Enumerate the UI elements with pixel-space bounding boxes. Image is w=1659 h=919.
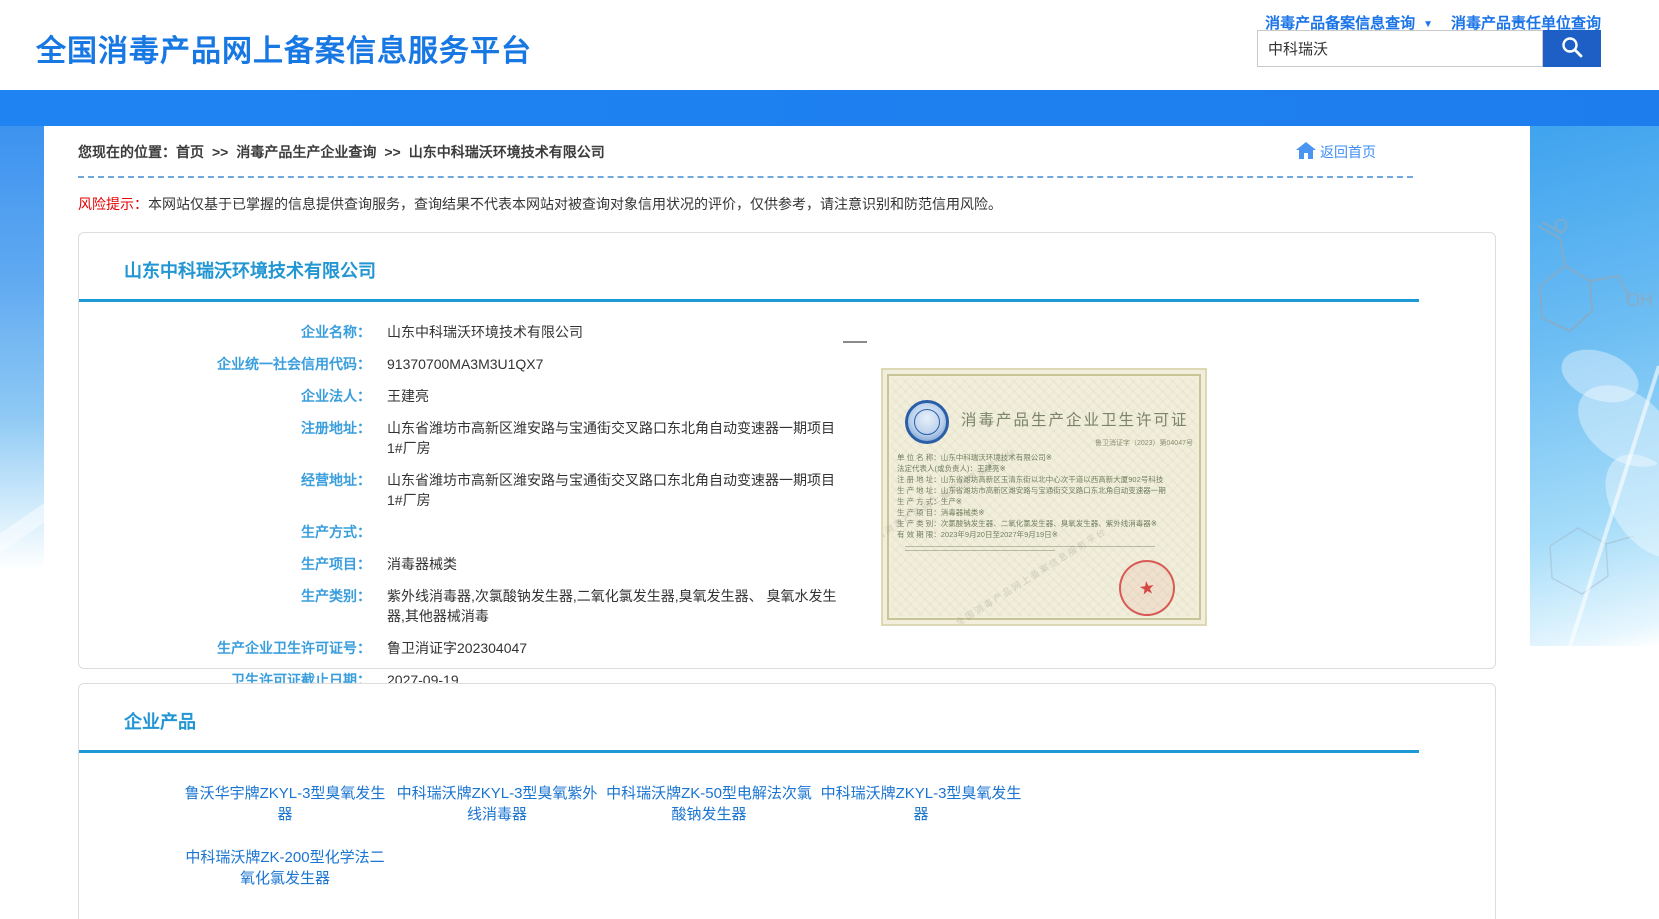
field-label: 企业统一社会信用代码： bbox=[79, 354, 371, 374]
product-link[interactable]: 中科瑞沃牌ZK-50型电解法次氯酸钠发生器 bbox=[603, 783, 815, 825]
back-home-link[interactable]: 返回首页 bbox=[1296, 142, 1376, 162]
right-decoration: O OH bbox=[1530, 126, 1659, 646]
product-link[interactable]: 中科瑞沃牌ZK-200型化学法二氧化氯发生器 bbox=[179, 847, 391, 889]
certificate-line: 生 产 类 别：次氯酸钠发生器、二氧化氯发生器、臭氧发生器、紫外线消毒器※ bbox=[897, 518, 1197, 529]
risk-text: 本网站仅基于已掌握的信息提供查询服务，查询结果不代表本网站对被查询对象信用状况的… bbox=[148, 196, 1002, 212]
field-label: 经营地址： bbox=[79, 470, 371, 510]
field-value: 山东省潍坊市高新区潍安路与宝通街交叉路口东北角自动变速器一期项目1#厂房 bbox=[387, 418, 847, 458]
field-row: 生产项目： 消毒器械类 bbox=[79, 554, 1495, 574]
products-title: 企业产品 bbox=[79, 684, 1495, 734]
field-row: 生产企业卫生许可证号： 鲁卫消证字202304047 bbox=[79, 638, 1495, 658]
product-grid: 鲁沃华宇牌ZKYL-3型臭氧发生器 中科瑞沃牌ZKYL-3型臭氧紫外线消毒器 中… bbox=[79, 753, 1495, 889]
back-home-label: 返回首页 bbox=[1320, 142, 1376, 162]
certificate-line: 法定代表人(或负责人)：王建亮※ bbox=[897, 463, 1197, 474]
breadcrumb-company-query[interactable]: 消毒产品生产企业查询 bbox=[236, 144, 376, 160]
header-blue-bar bbox=[0, 90, 1659, 126]
product-link[interactable]: 中科瑞沃牌ZKYL-3型臭氧发生器 bbox=[815, 783, 1027, 825]
site-header: 全国消毒产品网上备案信息服务平台 消毒产品备案信息查询▼消毒产品责任单位查询 bbox=[0, 0, 1659, 90]
field-value: 鲁卫消证字202304047 bbox=[387, 638, 527, 658]
products-card: 企业产品 鲁沃华宇牌ZKYL-3型臭氧发生器 中科瑞沃牌ZKYL-3型臭氧紫外线… bbox=[78, 683, 1496, 919]
risk-label: 风险提示： bbox=[78, 196, 148, 212]
company-title: 山东中科瑞沃环境技术有限公司 bbox=[79, 233, 1495, 283]
field-value: 消毒器械类 bbox=[387, 554, 457, 574]
field-label: 生产项目： bbox=[79, 554, 371, 574]
certificate-line: 生 产 项 目：消毒器械类※ bbox=[897, 507, 1197, 518]
breadcrumb: 您现在的位置：首页 >> 消毒产品生产企业查询 >> 山东中科瑞沃环境技术有限公司 bbox=[78, 142, 605, 162]
company-card: 山东中科瑞沃环境技术有限公司 企业名称： 山东中科瑞沃环境技术有限公司 企业统一… bbox=[78, 232, 1496, 669]
product-link[interactable]: 鲁沃华宇牌ZKYL-3型臭氧发生器 bbox=[179, 783, 391, 825]
page: 全国消毒产品网上备案信息服务平台 消毒产品备案信息查询▼消毒产品责任单位查询 bbox=[0, 0, 1659, 919]
field-value: 紫外线消毒器,次氯酸钠发生器,二氧化氯发生器,臭氧发生器、 臭氧水发生器,其他器… bbox=[387, 586, 847, 626]
certificate-line: 有 效 期 限：2023年9月20日至2027年9月19日※ bbox=[897, 529, 1197, 540]
field-row: 生产类别： 紫外线消毒器,次氯酸钠发生器,二氧化氯发生器,臭氧发生器、 臭氧水发… bbox=[79, 586, 1495, 626]
field-row: 企业名称： 山东中科瑞沃环境技术有限公司 bbox=[79, 322, 1495, 342]
chevron-down-icon[interactable]: ▼ bbox=[1423, 19, 1433, 30]
field-row: 经营地址： 山东省潍坊市高新区潍安路与宝通街交叉路口东北角自动变速器一期项目1#… bbox=[79, 470, 1495, 510]
magnifier-icon bbox=[1559, 34, 1585, 63]
swoosh-shape bbox=[0, 501, 44, 566]
dash-mark bbox=[843, 341, 867, 343]
dashed-divider bbox=[78, 176, 1413, 178]
left-decoration bbox=[0, 126, 44, 571]
field-label: 生产方式： bbox=[79, 522, 371, 542]
field-value: 山东省潍坊市高新区潍安路与宝通街交叉路口东北角自动变速器一期项目1#厂房 bbox=[387, 470, 847, 510]
breadcrumb-separator: >> bbox=[384, 144, 400, 160]
breadcrumb-label: 您现在的位置： bbox=[78, 144, 176, 160]
field-row: 企业统一社会信用代码： 91370700MA3M3U1QX7 bbox=[79, 354, 1495, 374]
certificate-number: 鲁卫消证字（2023）第04047号 bbox=[1095, 438, 1193, 448]
product-link[interactable]: 中科瑞沃牌ZKYL-3型臭氧紫外线消毒器 bbox=[391, 783, 603, 825]
field-value: 王建亮 bbox=[387, 386, 429, 406]
certificate-line: 注 册 地 址：山东省潍坊高新区玉清东街以北中心次干道以西高新大厦902号科技 bbox=[897, 474, 1197, 485]
svg-text:OH: OH bbox=[1626, 290, 1653, 310]
field-label: 企业法人： bbox=[79, 386, 371, 406]
field-value: 91370700MA3M3U1QX7 bbox=[387, 354, 543, 374]
site-title: 全国消毒产品网上备案信息服务平台 bbox=[36, 26, 532, 70]
certificate-footnote bbox=[905, 546, 1155, 554]
field-row: 生产方式： bbox=[79, 522, 1495, 542]
svg-text:O: O bbox=[1554, 216, 1568, 236]
field-label: 生产企业卫生许可证号： bbox=[79, 638, 371, 658]
molecule-art: O OH bbox=[1530, 126, 1659, 646]
certificate-image: 消毒产品生产企业卫生许可证 鲁卫消证字（2023）第04047号 单 位 名 称… bbox=[881, 368, 1207, 626]
search-button[interactable] bbox=[1543, 30, 1601, 67]
breadcrumb-home[interactable]: 首页 bbox=[176, 144, 204, 160]
field-label: 注册地址： bbox=[79, 418, 371, 458]
certificate-line: 单 位 名 称：山东中科瑞沃环境技术有限公司※ bbox=[897, 452, 1197, 463]
field-label: 企业名称： bbox=[79, 322, 371, 342]
content-wrapper: 您现在的位置：首页 >> 消毒产品生产企业查询 >> 山东中科瑞沃环境技术有限公司 返回… bbox=[44, 126, 1530, 919]
certificate-emblem-icon bbox=[905, 400, 949, 444]
search-input[interactable] bbox=[1257, 30, 1543, 67]
breadcrumb-current: 山东中科瑞沃环境技术有限公司 bbox=[409, 144, 605, 160]
breadcrumb-separator: >> bbox=[212, 144, 228, 160]
certificate-title: 消毒产品生产企业卫生许可证 bbox=[961, 408, 1189, 430]
breadcrumb-row: 您现在的位置：首页 >> 消毒产品生产企业查询 >> 山东中科瑞沃环境技术有限公司 返回… bbox=[78, 126, 1496, 166]
search-box bbox=[1257, 30, 1601, 67]
home-icon bbox=[1296, 142, 1316, 162]
field-row: 企业法人： 王建亮 bbox=[79, 386, 1495, 406]
company-fields: 企业名称： 山东中科瑞沃环境技术有限公司 企业统一社会信用代码： 9137070… bbox=[79, 302, 1495, 690]
field-label: 生产类别： bbox=[79, 586, 371, 626]
field-row: 注册地址： 山东省潍坊市高新区潍安路与宝通街交叉路口东北角自动变速器一期项目1#… bbox=[79, 418, 1495, 458]
risk-notice: 风险提示：本网站仅基于已掌握的信息提供查询服务，查询结果不代表本网站对被查询对象… bbox=[78, 194, 1496, 214]
field-value: 山东中科瑞沃环境技术有限公司 bbox=[387, 322, 583, 342]
